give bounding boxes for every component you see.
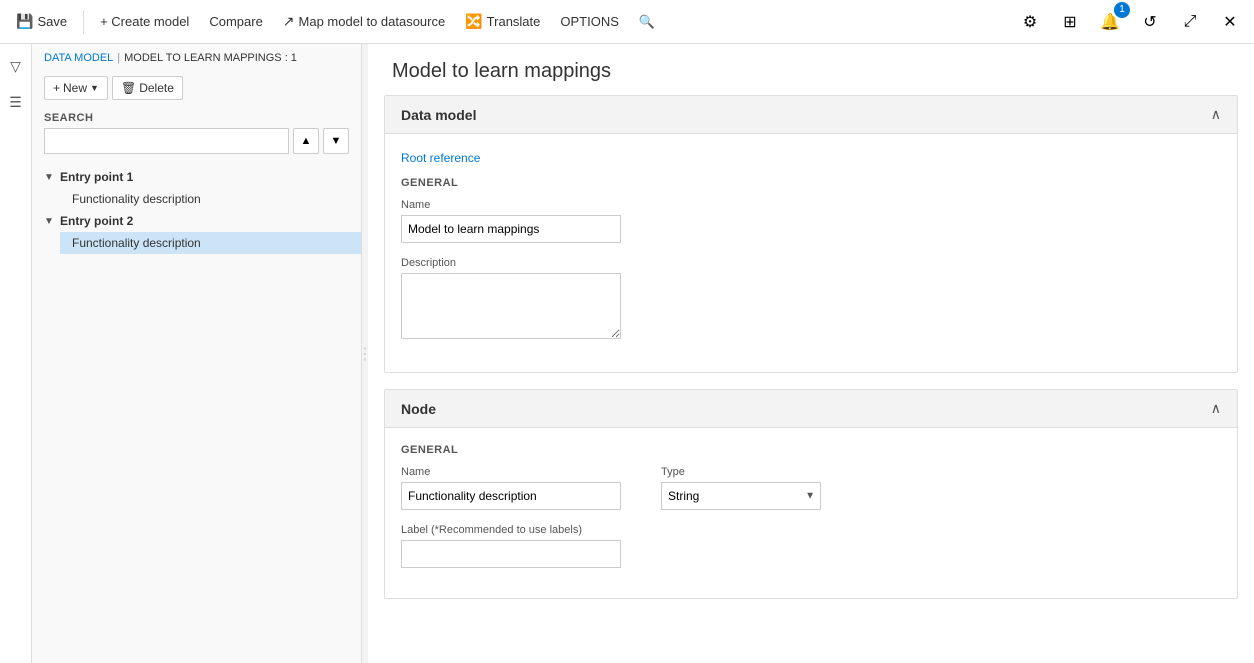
save-button[interactable]: 💾 Save (8, 9, 75, 34)
compare-button[interactable]: Compare (201, 10, 270, 33)
node-label-input[interactable] (401, 540, 621, 568)
search-down-button[interactable]: ▼ (323, 128, 349, 154)
expand-icon-2: ▼ (44, 216, 56, 227)
node-right-col: GENERAL Type String Integer Boolean Date… (661, 444, 821, 524)
node-section: Node ∧ GENERAL Name GENERAL Ty (384, 389, 1238, 599)
settings-button[interactable]: ⚙ (1014, 6, 1046, 38)
data-model-section: Data model ∧ Root reference GENERAL Name… (384, 95, 1238, 373)
search-up-button[interactable]: ▲ (293, 128, 319, 154)
name-input[interactable] (401, 215, 621, 243)
tree-children-1: Functionality description (32, 188, 361, 210)
node-general-subtitle: GENERAL (401, 444, 621, 456)
tree-item-entry-1[interactable]: ▼ Entry point 1 (32, 166, 361, 188)
data-model-section-body: Root reference GENERAL Name Description (385, 134, 1237, 372)
office-icon-wrapper: ⊞ (1054, 6, 1086, 38)
node-type-label: Type (661, 466, 821, 478)
delete-icon: 🗑 (121, 81, 136, 95)
node-label-form-group: Label (*Recommended to use labels) (401, 524, 1221, 568)
tree-item-func-desc-2[interactable]: Functionality description (60, 232, 361, 254)
open-new-button[interactable]: ⤢ (1174, 6, 1206, 38)
data-model-collapse-icon: ∧ (1211, 106, 1221, 123)
save-icon: 💾 (16, 13, 33, 30)
search-toolbar-button[interactable]: 🔍 (631, 10, 663, 34)
new-button[interactable]: + New ▼ (44, 76, 108, 100)
notification-icon-wrapper: 🔔 1 (1094, 6, 1126, 38)
search-icon: 🔍 (639, 14, 655, 30)
node-section-title: Node (401, 401, 436, 417)
node-name-form-group: Name (401, 466, 621, 510)
map-icon: ↗ (283, 13, 295, 30)
func-desc-1-label: Functionality description (72, 192, 201, 206)
search-input[interactable] (44, 128, 289, 154)
translate-icon: 🔀 (465, 13, 482, 30)
tree-item-entry-2[interactable]: ▼ Entry point 2 (32, 210, 361, 232)
map-model-button[interactable]: ↗ Map model to datasource (275, 9, 453, 34)
refresh-button[interactable]: ↺ (1134, 6, 1166, 38)
node-label-field-label: Label (*Recommended to use labels) (401, 524, 1221, 536)
plus-icon: + (53, 81, 60, 95)
left-panel: DATA MODEL | MODEL TO LEARN MAPPINGS : 1… (32, 44, 362, 663)
func-desc-2-label: Functionality description (72, 236, 201, 250)
close-button[interactable]: ✕ (1214, 6, 1246, 38)
node-type-select-wrapper: String Integer Boolean Date List ▼ (661, 482, 821, 510)
breadcrumb-current: MODEL TO LEARN MAPPINGS : 1 (124, 52, 297, 64)
page-title: Model to learn mappings (368, 44, 1254, 95)
tree: ▼ Entry point 1 Functionality descriptio… (32, 162, 361, 663)
right-panel: Model to learn mappings Data model ∧ Roo… (368, 44, 1254, 663)
tree-item-func-desc-1[interactable]: Functionality description (60, 188, 361, 210)
breadcrumb-separator: | (117, 52, 120, 64)
translate-button[interactable]: 🔀 Translate (457, 9, 548, 34)
tree-children-2: Functionality description (32, 232, 361, 254)
filter-icon-button[interactable]: ▽ (2, 52, 30, 80)
description-label: Description (401, 257, 1221, 269)
expand-icon-1: ▼ (44, 172, 56, 183)
notification-badge: 1 (1114, 2, 1130, 18)
tree-group-1: ▼ Entry point 1 Functionality descriptio… (32, 166, 361, 210)
node-collapse-icon: ∧ (1211, 400, 1221, 417)
name-form-group: Name (401, 199, 1221, 243)
breadcrumb: DATA MODEL | MODEL TO LEARN MAPPINGS : 1 (32, 44, 361, 72)
new-dropdown-chevron-icon: ▼ (90, 83, 99, 93)
data-model-section-header[interactable]: Data model ∧ (385, 96, 1237, 134)
entry-2-label: Entry point 2 (60, 214, 133, 228)
node-type-form-group: Type String Integer Boolean Date List ▼ (661, 466, 821, 510)
hamburger-icon-button[interactable]: ☰ (2, 88, 30, 116)
tree-group-2: ▼ Entry point 2 Functionality descriptio… (32, 210, 361, 254)
search-label: SEARCH (44, 112, 349, 124)
description-textarea[interactable] (401, 273, 621, 339)
node-section-header[interactable]: Node ∧ (385, 390, 1237, 428)
node-name-input[interactable] (401, 482, 621, 510)
office-button[interactable]: ⊞ (1054, 6, 1086, 38)
entry-1-label: Entry point 1 (60, 170, 133, 184)
delete-button[interactable]: 🗑 Delete (112, 76, 183, 100)
sidebar-icons: ▽ ☰ (0, 44, 32, 663)
search-row: ▲ ▼ (44, 128, 349, 154)
root-reference-link[interactable]: Root reference (401, 151, 480, 165)
separator-1 (83, 10, 84, 34)
settings-icon-wrapper: ⚙ (1014, 6, 1046, 38)
top-toolbar: 💾 Save + Create model Compare ↗ Map mode… (0, 0, 1254, 44)
data-model-section-title: Data model (401, 107, 476, 123)
options-button[interactable]: OPTIONS (552, 10, 627, 33)
breadcrumb-data-model[interactable]: DATA MODEL (44, 52, 113, 64)
description-form-group: Description (401, 257, 1221, 342)
main-area: ▽ ☰ DATA MODEL | MODEL TO LEARN MAPPINGS… (0, 44, 1254, 663)
node-type-select[interactable]: String Integer Boolean Date List (661, 482, 821, 510)
toolbar-right: ⚙ ⊞ 🔔 1 ↺ ⤢ ✕ (1014, 6, 1246, 38)
general-subtitle-1: GENERAL (401, 177, 1221, 189)
search-area: SEARCH ▲ ▼ (32, 108, 361, 162)
name-label: Name (401, 199, 1221, 211)
create-model-button[interactable]: + Create model (92, 10, 197, 33)
node-left-col: GENERAL Name (401, 444, 621, 524)
panel-toolbar: + New ▼ 🗑 Delete (32, 72, 361, 108)
node-form-row: GENERAL Name GENERAL Type String (401, 444, 1221, 524)
node-section-body: GENERAL Name GENERAL Type String (385, 428, 1237, 598)
node-name-label: Name (401, 466, 621, 478)
